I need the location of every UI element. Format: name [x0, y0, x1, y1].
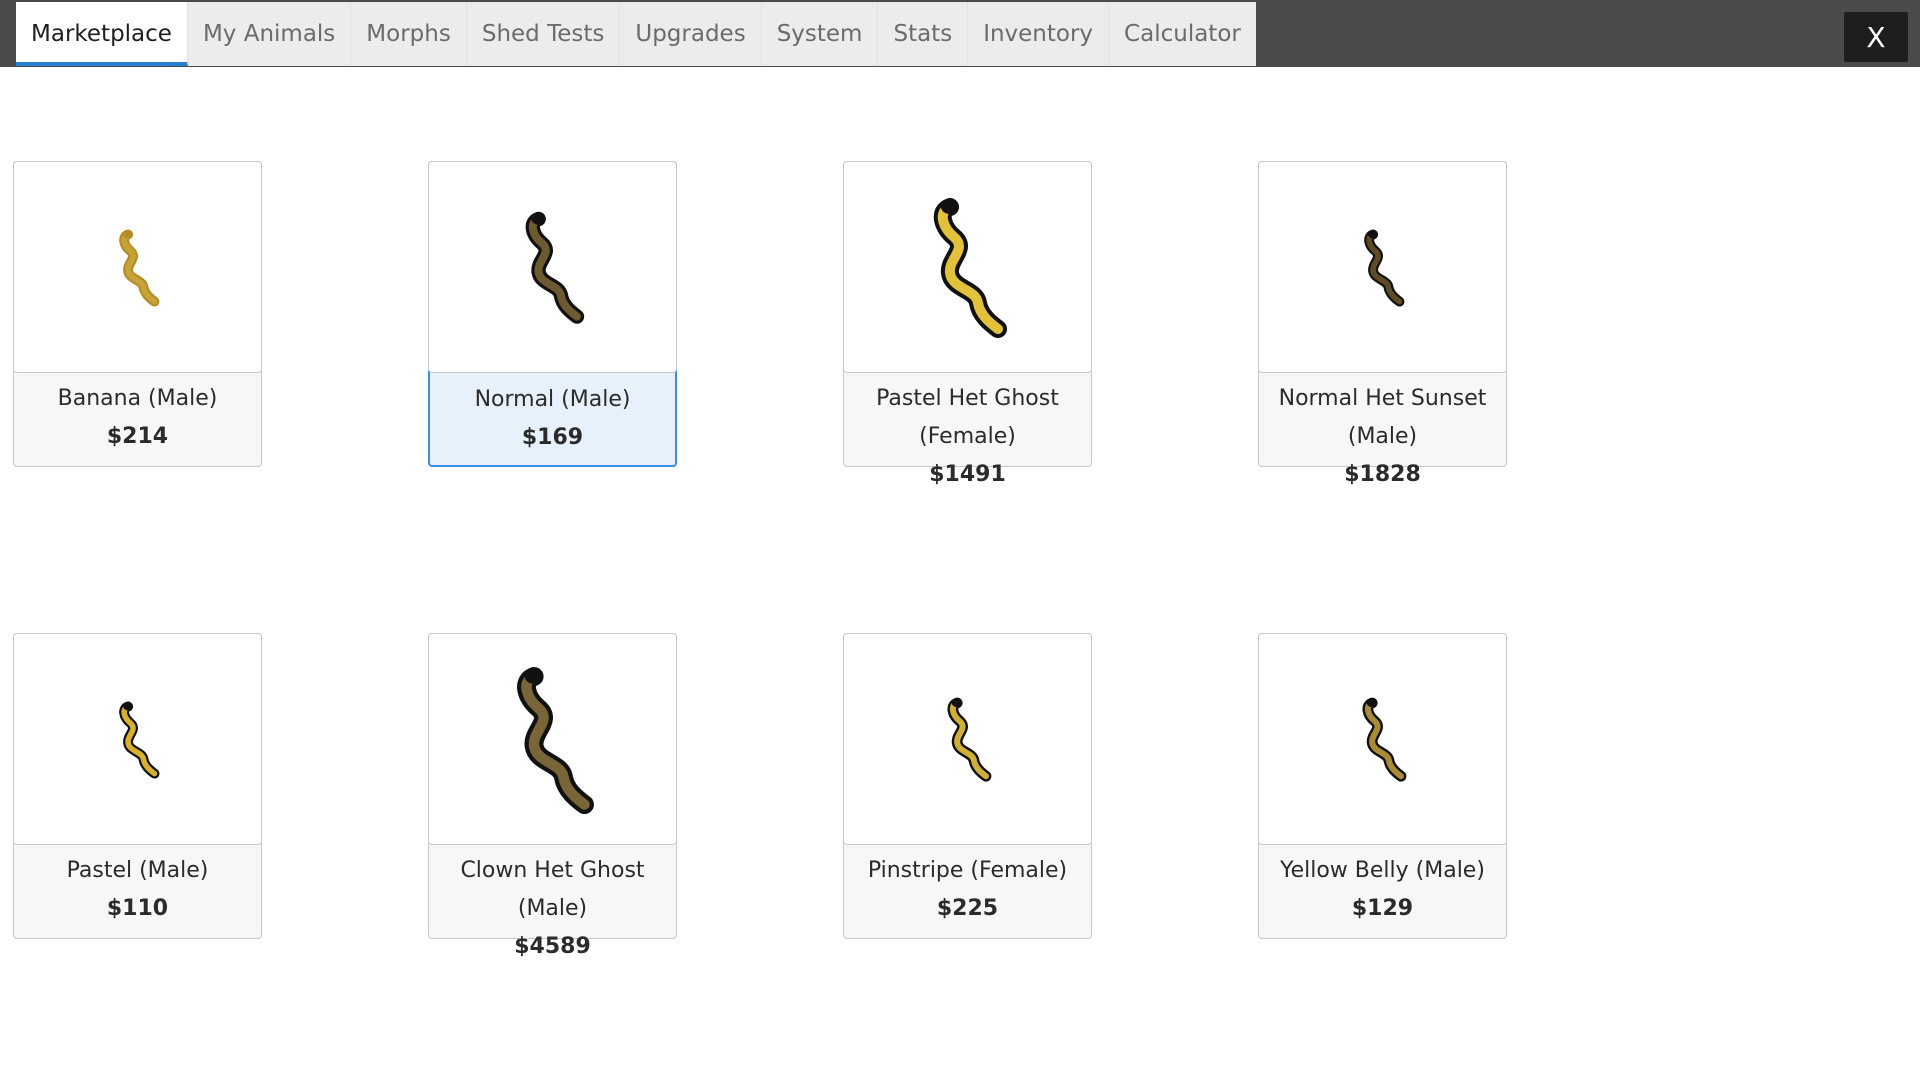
tab-shed-tests[interactable]: Shed Tests [467, 2, 621, 66]
listing-info: Normal Het Sunset (Male) $1828 [1259, 380, 1506, 494]
listing-info: Normal (Male) $169 [430, 381, 675, 457]
snake-icon [1363, 229, 1404, 307]
listing-card[interactable]: Pastel (Male) $110 [13, 633, 262, 939]
snake-icon [118, 701, 159, 779]
listing-card[interactable]: Normal Het Sunset (Male) $1828 [1258, 161, 1507, 487]
listing-name: Normal Het Sunset (Male) [1278, 386, 1487, 449]
listing-price: $129 [1351, 896, 1414, 921]
listing-name: Pinstripe (Female) [867, 858, 1068, 883]
close-button[interactable]: X [1844, 12, 1908, 62]
tab-my-animals[interactable]: My Animals [188, 2, 352, 66]
snake-icon [516, 666, 594, 814]
listing-grid: Banana (Male) $214 Normal (Male) $169 Pastel… [13, 161, 1507, 959]
top-bar: Marketplace My Animals Morphs Shed Tests Upg… [0, 0, 1920, 67]
snake-icon [525, 211, 584, 324]
listing-price: $169 [521, 425, 584, 450]
snake-image [843, 161, 1092, 373]
listing-name: Clown Het Ghost (Male) [460, 858, 645, 921]
snake-image [843, 633, 1092, 845]
snake-image [1258, 633, 1507, 845]
snake-image [13, 161, 262, 373]
listing-card[interactable]: Clown Het Ghost (Male) $4589 [428, 633, 677, 959]
listing-card[interactable]: Banana (Male) $214 [13, 161, 262, 467]
tab-morphs[interactable]: Morphs [351, 2, 467, 66]
snake-icon [947, 697, 991, 782]
listing-price: $214 [106, 424, 169, 449]
tab-stats[interactable]: Stats [878, 2, 969, 66]
listing-info: Clown Het Ghost (Male) $4589 [429, 852, 676, 966]
marketplace-panel: Banana (Male) $214 Normal (Male) $169 Pastel… [3, 67, 1917, 1077]
listing-card[interactable]: Normal (Male) $169 [428, 161, 677, 467]
listing-name: Pastel (Male) [66, 858, 209, 883]
listing-info: Pastel Het Ghost (Female) $1491 [844, 380, 1091, 494]
tab-calculator[interactable]: Calculator [1109, 2, 1256, 66]
snake-icon [1362, 697, 1406, 782]
listing-price: $1491 [929, 462, 1006, 487]
listing-name: Yellow Belly (Male) [1280, 858, 1485, 883]
listing-card[interactable]: Pastel Het Ghost (Female) $1491 [843, 161, 1092, 487]
listing-name: Normal (Male) [474, 387, 631, 412]
snake-icon [118, 229, 159, 307]
listing-info: Yellow Belly (Male) $129 [1259, 852, 1506, 928]
tab-bar: Marketplace My Animals Morphs Shed Tests Upg… [16, 2, 1256, 66]
listing-price: $110 [106, 896, 169, 921]
listing-card[interactable]: Yellow Belly (Male) $129 [1258, 633, 1507, 939]
snake-image [13, 633, 262, 845]
listing-price: $1828 [1344, 462, 1421, 487]
snake-image [428, 161, 677, 373]
listing-info: Pastel (Male) $110 [14, 852, 261, 928]
snake-image [1258, 161, 1507, 373]
listing-price: $4589 [514, 934, 591, 959]
listing-info: Banana (Male) $214 [14, 380, 261, 456]
listing-name: Banana (Male) [57, 386, 218, 411]
snake-image [428, 633, 677, 845]
tab-marketplace[interactable]: Marketplace [16, 2, 188, 66]
tab-system[interactable]: System [762, 2, 879, 66]
tab-upgrades[interactable]: Upgrades [620, 2, 762, 66]
listing-info: Pinstripe (Female) $225 [844, 852, 1091, 928]
listing-name: Pastel Het Ghost (Female) [876, 386, 1059, 449]
tab-inventory[interactable]: Inventory [968, 2, 1110, 66]
listing-card[interactable]: Pinstripe (Female) $225 [843, 633, 1092, 939]
snake-icon [933, 198, 1007, 338]
listing-price: $225 [936, 896, 999, 921]
